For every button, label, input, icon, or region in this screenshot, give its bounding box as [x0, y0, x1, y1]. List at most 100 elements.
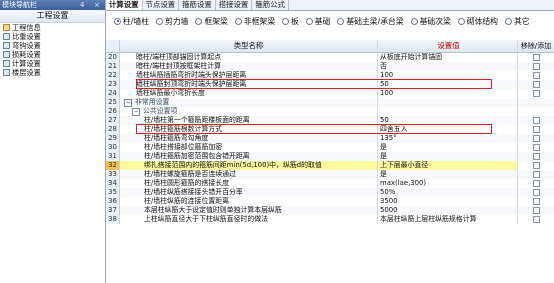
component-type-radio[interactable]: 砌体结构 [457, 16, 498, 27]
table-row[interactable]: 33 柱/墙柱螺旋箍筋是否连续通过 是 [106, 170, 554, 179]
row-setting-value[interactable]: 50 [378, 80, 518, 89]
close-icon[interactable]: × [94, 0, 100, 10]
table-row[interactable]: 36 柱/墙柱纵筋的连接位置距离 3500 [106, 197, 554, 206]
table-row[interactable]: 25− 非常用设置 [106, 98, 554, 107]
table-row[interactable]: 37 本层柱纵筋大于设定值时则单独计算本层纵筋 5000 [106, 206, 554, 215]
remove-add-checkbox[interactable] [532, 126, 540, 133]
row-setting-value[interactable]: 四舍五入 [378, 125, 518, 134]
radio-label: 柱/墙柱 [123, 16, 150, 26]
table-row[interactable]: 26− 公共设置项 [106, 107, 554, 116]
tab[interactable]: 节点设置 [143, 0, 180, 10]
remove-add-checkbox[interactable] [532, 117, 540, 124]
remove-add-checkbox[interactable] [532, 207, 540, 214]
radio-label: 砌体结构 [466, 16, 498, 26]
row-number: 24 [106, 89, 120, 98]
row-type-name: 柱/墙柱搭接部位箍筋加密 [120, 143, 378, 152]
row-number: 22 [106, 71, 120, 80]
remove-add-checkbox[interactable] [532, 162, 540, 169]
tab[interactable]: 计算设置 [106, 0, 143, 10]
radio-dot-icon[interactable] [457, 17, 465, 25]
remove-add-checkbox[interactable] [532, 54, 540, 61]
table-row[interactable]: 38 上柱纵筋直径大于下柱纵筋直径时的做法 本层柱纵筋上层柱纵筋规格计算 [106, 215, 554, 224]
row-setting-value[interactable]: 50 [378, 116, 518, 125]
row-setting-value[interactable]: 5000 [378, 206, 518, 215]
table-row[interactable]: 30 柱/墙柱搭接部位箍筋加密 是 [106, 143, 554, 152]
radio-dot-icon[interactable] [410, 17, 418, 25]
component-type-radio[interactable]: 其它 [504, 16, 530, 27]
radio-dot-icon[interactable] [114, 17, 121, 25]
row-setting-value[interactable]: 100 [378, 89, 518, 98]
remove-add-checkbox[interactable] [532, 171, 540, 178]
tree-item[interactable]: 比重设置 [0, 32, 105, 41]
tree-item[interactable]: 计算设置 [0, 59, 105, 68]
row-setting-value[interactable]: 否 [378, 62, 518, 71]
remove-add-checkbox[interactable] [532, 81, 540, 88]
tree-item[interactable]: 弯钩设置 [0, 41, 105, 50]
radio-dot-icon[interactable] [305, 17, 313, 25]
row-setting-value[interactable]: 是 [378, 152, 518, 161]
radio-dot-icon[interactable] [504, 17, 512, 25]
table-row[interactable]: 21 暗柱/端柱封顶按框架柱计算 否 [106, 62, 554, 71]
tree-item[interactable]: 损耗设置 [0, 50, 105, 59]
row-setting-value[interactable]: 135° [378, 134, 518, 143]
table-row[interactable]: 24 墙柱纵筋最小弯折长度 100 [106, 89, 554, 98]
collapse-toggle-icon[interactable]: − [132, 108, 140, 116]
component-type-radio[interactable]: 剪力墙 [156, 16, 188, 27]
radio-dot-icon[interactable] [234, 17, 242, 25]
table-row[interactable]: 28 柱/墙柱箍筋根数计算方式 四舍五入 [106, 124, 554, 134]
radio-dot-icon[interactable] [282, 17, 289, 25]
component-type-radio[interactable]: 非框架梁 [234, 16, 275, 27]
remove-add-checkbox[interactable] [532, 72, 540, 79]
row-setting-value[interactable]: 是 [378, 170, 518, 179]
table-row[interactable]: 31 柱/墙柱箍筋加密范围包含错开距离 是 [106, 152, 554, 161]
tab[interactable]: 箍筋公式 [252, 0, 289, 10]
row-type-name-text: 暗柱/端柱封顶按框架柱计算 [136, 62, 222, 70]
remove-add-checkbox[interactable] [532, 189, 540, 196]
radio-dot-icon[interactable] [337, 17, 345, 25]
pin-icon[interactable]: 4 [80, 0, 84, 10]
panel-section-header[interactable]: 工程设置 [0, 10, 105, 23]
component-type-radio[interactable]: 框架梁 [195, 16, 228, 27]
component-type-radio[interactable]: 基础次梁 [410, 16, 451, 27]
remove-add-checkbox[interactable] [532, 180, 540, 187]
row-setting-value[interactable]: 从板底开始计算锚固 [378, 53, 518, 62]
row-setting-value[interactable]: 上下层最小直径 [378, 161, 518, 170]
row-setting-value[interactable]: 50% [378, 188, 518, 197]
component-type-radio[interactable]: 柱/墙柱 [114, 16, 149, 27]
row-setting-value[interactable]: 本层柱纵筋上层柱纵筋规格计算 [378, 215, 518, 224]
table-row[interactable]: 32 绑扎搭接范围内的箍筋间距min(5d,100)中，纵筋d的取值 上下层最小直径 [106, 161, 554, 170]
tab[interactable]: 搭接设置 [216, 0, 253, 10]
tab[interactable]: 箍筋设置 [179, 0, 216, 10]
remove-add-checkbox[interactable] [532, 198, 540, 205]
table-row[interactable]: 27 柱/墙柱第一个箍筋距楼板面的距离 50 [106, 116, 554, 125]
table-row[interactable]: 29 柱/墙柱箍筋弯勾角度 135° [106, 134, 554, 143]
row-setting-value[interactable]: 是 [378, 143, 518, 152]
table-row[interactable]: 23 墙柱纵筋封顶弯折时端头保护层距离 50 [106, 79, 554, 89]
row-setting-value[interactable]: max(lae,300) [378, 179, 518, 188]
remove-add-checkbox[interactable] [532, 135, 540, 142]
component-type-radio[interactable]: 板 [282, 16, 299, 27]
collapse-toggle-icon[interactable]: − [124, 99, 132, 107]
table-row[interactable]: 20 暗柱/端柱顶部锚固计算起点 从板底开始计算锚固 [106, 53, 554, 62]
row-number: 38 [106, 215, 120, 224]
row-setting-value[interactable]: 3500 [378, 197, 518, 206]
table-row[interactable]: 34 柱/墙柱圆形箍筋的搭接长度 max(lae,300) [106, 179, 554, 188]
component-type-radio[interactable]: 基础 [305, 16, 330, 27]
tree-item-label: 楼层设置 [12, 68, 41, 77]
row-type-name-text: 上柱纵筋直径大于下柱纵筋直径时的做法 [144, 215, 269, 223]
radio-dot-icon[interactable] [156, 17, 164, 25]
radio-label: 基础次梁 [419, 16, 451, 26]
table-row[interactable]: 35 柱/墙柱纵筋搭接接头错开百分率 50% [106, 188, 554, 197]
remove-add-checkbox[interactable] [532, 216, 540, 223]
row-setting-value[interactable]: 100 [378, 71, 518, 80]
radio-dot-icon[interactable] [195, 17, 203, 25]
remove-add-checkbox[interactable] [532, 63, 540, 70]
tree-item[interactable]: 楼层设置 [0, 68, 105, 77]
component-type-radio[interactable]: 基础主梁/承台梁 [337, 16, 404, 27]
remove-add-checkbox[interactable] [532, 90, 540, 97]
remove-add-checkbox[interactable] [532, 144, 540, 151]
table-row[interactable]: 22 墙柱纵筋插筋弯折时端头保护层距离 100 [106, 71, 554, 80]
tree-item[interactable]: 工程信息 [0, 23, 105, 32]
tree-item-label: 损耗设置 [12, 50, 41, 59]
remove-add-checkbox[interactable] [532, 153, 540, 160]
